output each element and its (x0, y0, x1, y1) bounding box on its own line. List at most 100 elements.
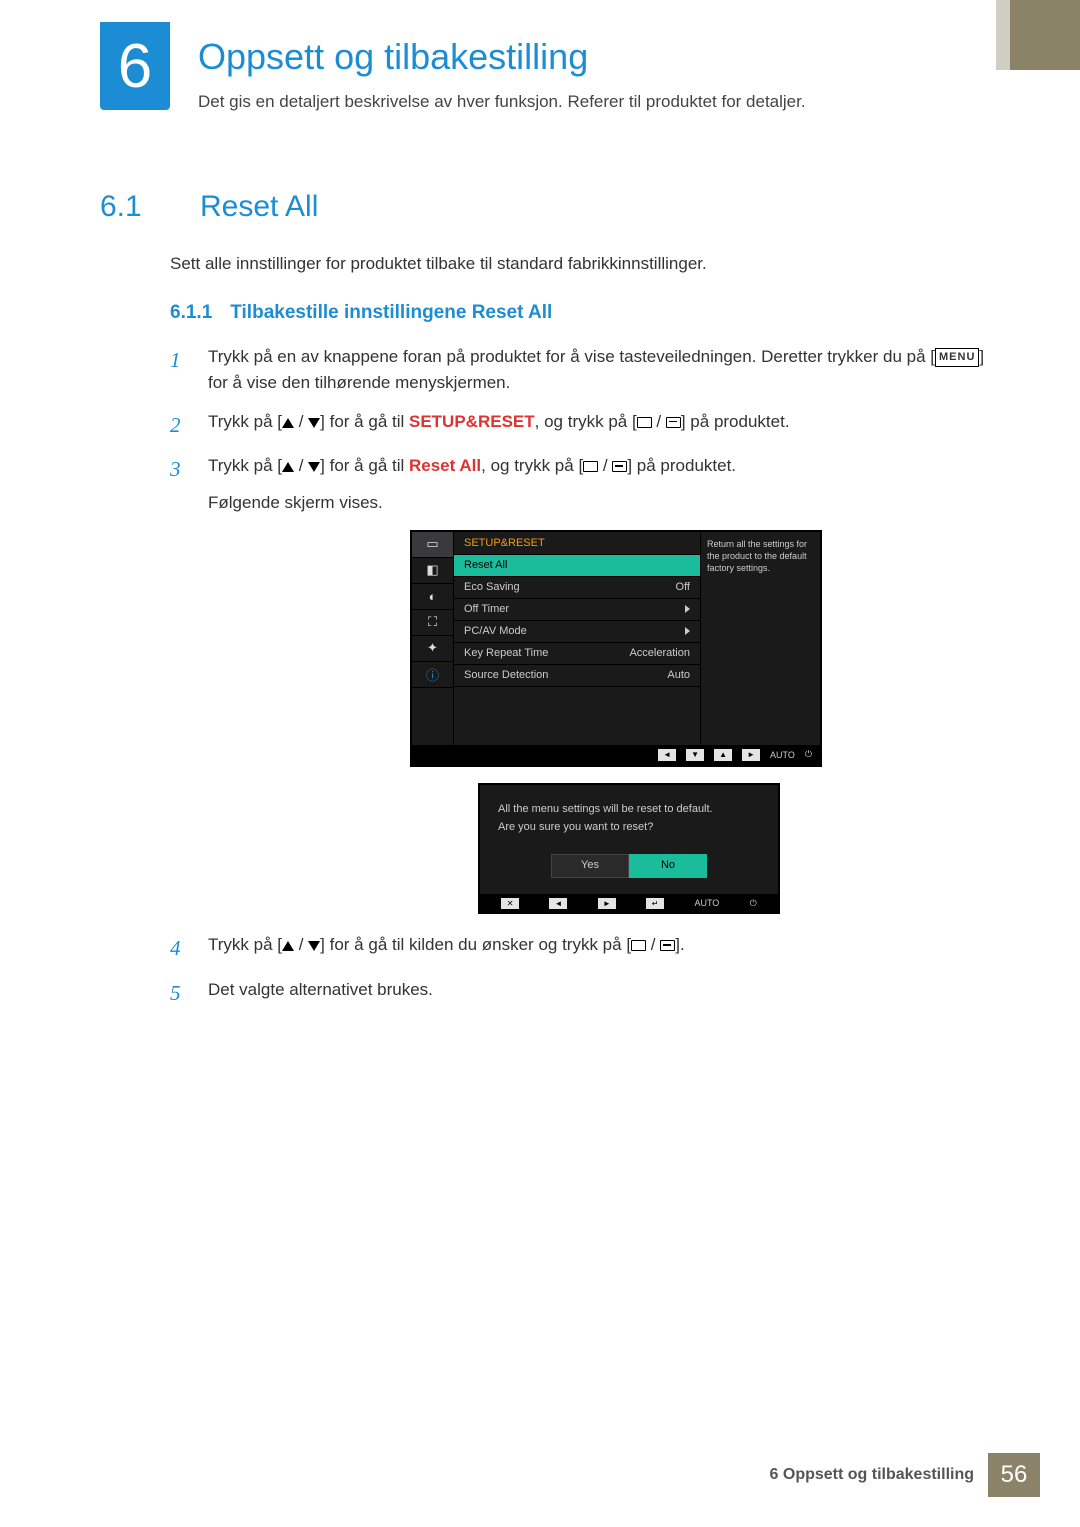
osd-label: Eco Saving (464, 581, 520, 593)
down-arrow-icon (308, 941, 320, 951)
footer-label: 6 Oppsett og tilbakestilling (770, 1466, 974, 1484)
settings-icon: ✦ (412, 636, 453, 662)
content: 6.1 Reset All Sett alle innstillinger fo… (100, 190, 1000, 1021)
dialog-text: All the menu settings will be reset to d… (498, 801, 760, 819)
osd-nav-bar: ◄ ▼ ▲ ► AUTO ⏻ (412, 745, 820, 765)
step-text: ] på produktet. (681, 412, 790, 431)
step-text: ] for å gå til kilden du ønsker og trykk… (320, 935, 631, 954)
step-text: Følgende skjerm vises. (208, 490, 1000, 516)
osd-row-selected: Reset All (454, 555, 700, 577)
highlight: Reset All (409, 456, 481, 475)
step-text: Trykk på [ (208, 935, 282, 954)
enter-icon: ↵ (646, 898, 664, 909)
right-icon: ► (742, 749, 760, 761)
up-arrow-icon (282, 941, 294, 951)
source-icon (637, 417, 652, 428)
caret-right-icon (685, 627, 690, 635)
down-arrow-icon (308, 462, 320, 472)
osd-row: Off Timer (454, 599, 700, 621)
step-1: 1 Trykk på en av knappene foran på produ… (170, 344, 1000, 397)
enter-icon (666, 417, 681, 428)
subsection-title: Tilbakestille innstillingene Reset All (230, 302, 552, 324)
step-text: ] for å gå til (320, 412, 409, 431)
subsection-number: 6.1.1 (170, 302, 212, 324)
highlight: SETUP&RESET (409, 412, 535, 431)
step-2: 2 Trykk på [ / ] for å gå til SETUP&RESE… (170, 409, 1000, 442)
page-footer: 6 Oppsett og tilbakestilling 56 (0, 1453, 1080, 1497)
enter-icon (612, 461, 627, 472)
step-number: 2 (170, 409, 192, 442)
source-icon (583, 461, 598, 472)
step-number: 3 (170, 453, 192, 516)
osd-value: Acceleration (629, 647, 690, 659)
osd-nav-bar: ✕ ◄ ► ↵ AUTO ⏻ (480, 894, 778, 912)
section-number: 6.1 (100, 190, 160, 224)
power-icon: ⏻ (750, 898, 757, 909)
step-number: 1 (170, 344, 192, 397)
step-text: Trykk på en av knappene foran på produkt… (208, 347, 935, 366)
step-text: , og trykk på [ (481, 456, 583, 475)
subsection-heading: 6.1.1 Tilbakestille innstillingene Reset… (170, 302, 1000, 324)
step-number: 5 (170, 977, 192, 1010)
step-3: 3 Trykk på [ / ] for å gå til Reset All,… (170, 453, 1000, 516)
osd-header: SETUP&RESET (454, 532, 700, 555)
page-number: 56 (988, 1453, 1040, 1497)
down-arrow-icon (308, 418, 320, 428)
dialog-no-button: No (629, 854, 707, 878)
picture-icon: ◧ (412, 558, 453, 584)
resize-icon: ⛶ (412, 610, 453, 636)
section-description: Sett alle innstillinger for produktet ti… (170, 254, 1000, 274)
osd-value: Auto (667, 669, 690, 681)
step-5: 5 Det valgte alternativet brukes. (170, 977, 1000, 1010)
step-number: 4 (170, 932, 192, 965)
osd-menu-figure: ▭ ◧ ◐ ⛶ ✦ ⓘ SETUP&RESET Reset All Eco Sa… (410, 530, 1000, 767)
auto-label: AUTO (770, 750, 795, 760)
up-arrow-icon (282, 418, 294, 428)
step-text: Trykk på [ (208, 412, 282, 431)
right-icon: ► (598, 898, 616, 909)
osd-info-panel: Return all the settings for the product … (700, 532, 820, 745)
power-icon: ⏻ (805, 749, 812, 760)
chapter-header: 6 Oppsett og tilbakestilling Det gis en … (100, 22, 806, 112)
osd-sidebar: ▭ ◧ ◐ ⛶ ✦ ⓘ (412, 532, 454, 745)
chapter-subtitle: Det gis en detaljert beskrivelse av hver… (198, 92, 806, 112)
steps-list: 1 Trykk på en av knappene foran på produ… (170, 344, 1000, 1009)
osd-row: PC/AV Mode (454, 621, 700, 643)
source-icon (631, 940, 646, 951)
osd-label: Off Timer (464, 603, 509, 615)
up-arrow-icon (282, 462, 294, 472)
dialog-text: Are you sure you want to reset? (498, 819, 760, 837)
osd-dialog-figure: All the menu settings will be reset to d… (478, 783, 780, 914)
color-icon: ◐ (412, 584, 453, 610)
step-text: ]. (675, 935, 684, 954)
osd-label: PC/AV Mode (464, 625, 527, 637)
caret-right-icon (685, 605, 690, 613)
up-icon: ▲ (714, 749, 732, 761)
chapter-title: Oppsett og tilbakestilling (198, 36, 806, 78)
info-icon: ⓘ (412, 662, 453, 688)
osd-row: Key Repeat TimeAcceleration (454, 643, 700, 665)
section-title: Reset All (200, 190, 318, 224)
step-text: ] på produktet. (627, 456, 736, 475)
enter-icon (660, 940, 675, 951)
auto-label: AUTO (694, 898, 719, 908)
close-icon: ✕ (501, 898, 519, 909)
header-accent (1010, 0, 1080, 70)
dialog-yes-button: Yes (551, 854, 629, 878)
section-heading: 6.1 Reset All (100, 190, 1000, 224)
chapter-number: 6 (100, 22, 170, 110)
osd-row: Source Detection Auto (454, 665, 700, 687)
left-icon: ◄ (658, 749, 676, 761)
osd-label: Reset All (464, 559, 507, 571)
step-text: Det valgte alternativet brukes. (208, 977, 1000, 1010)
down-icon: ▼ (686, 749, 704, 761)
monitor-icon: ▭ (412, 532, 453, 558)
step-text: , og trykk på [ (535, 412, 637, 431)
step-4: 4 Trykk på [ / ] for å gå til kilden du … (170, 932, 1000, 965)
osd-value: Off (676, 581, 690, 593)
osd-row: Eco Saving Off (454, 577, 700, 599)
step-text: Trykk på [ (208, 456, 282, 475)
step-text: ] for å gå til (320, 456, 409, 475)
left-icon: ◄ (549, 898, 567, 909)
osd-label: Source Detection (464, 669, 548, 681)
